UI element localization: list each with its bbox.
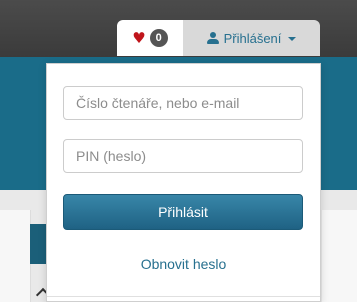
- dropdown-divider: [47, 296, 320, 297]
- favorites-count-badge: 0: [149, 29, 168, 47]
- login-dropdown: Přihlásit Obnovit heslo: [46, 63, 321, 302]
- login-dropdown-toggle[interactable]: Přihlášení: [183, 20, 320, 56]
- caret-down-icon: [288, 37, 297, 41]
- side-panel: [322, 210, 357, 302]
- heart-icon: ♥: [132, 28, 146, 47]
- user-icon: [206, 32, 219, 44]
- favorites-button[interactable]: ♥ 0: [117, 20, 183, 56]
- login-submit-button[interactable]: Přihlásit: [63, 194, 303, 230]
- content-panel: [0, 210, 31, 302]
- reader-number-or-email-input[interactable]: [63, 86, 303, 120]
- reset-password-link[interactable]: Obnovit heslo: [47, 256, 320, 272]
- header-button-group: ♥ 0 Přihlášení: [117, 20, 320, 56]
- login-toggle-label: Přihlášení: [223, 30, 282, 46]
- pin-password-input[interactable]: [63, 139, 303, 173]
